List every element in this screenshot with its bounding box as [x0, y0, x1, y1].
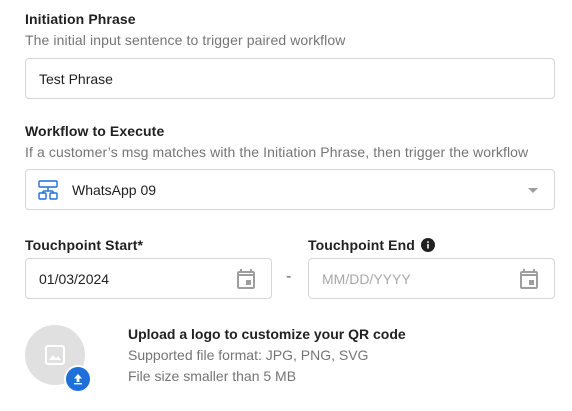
upload-size-limit: File size smaller than 5 MB [128, 368, 297, 384]
upload-icon [74, 374, 82, 385]
image-icon [45, 345, 65, 365]
workflow-select[interactable]: WhatsApp 09 [25, 169, 555, 210]
calendar-icon[interactable] [234, 267, 258, 291]
touchpoint-start-value: 01/03/2024 [39, 270, 110, 287]
touchpoint-end-label: Touchpoint End [308, 237, 415, 253]
initiation-phrase-input[interactable]: Test Phrase [25, 58, 555, 99]
initiation-phrase-hint: The initial input sentence to trigger pa… [25, 32, 346, 48]
initiation-phrase-label: Initiation Phrase [25, 11, 136, 27]
initiation-phrase-value: Test Phrase [39, 70, 113, 87]
touchpoint-end-placeholder: MM/DD/YYYY [322, 270, 411, 287]
workflow-selected-value: WhatsApp 09 [72, 181, 157, 198]
calendar-icon[interactable] [517, 267, 541, 291]
workflow-label: Workflow to Execute [25, 123, 165, 139]
touchpoint-end-input[interactable]: MM/DD/YYYY [308, 258, 555, 299]
date-range-separator: - [286, 268, 292, 285]
touchpoint-start-input[interactable]: 01/03/2024 [25, 258, 272, 299]
workflow-hint: If a customer’s msg matches with the Ini… [25, 144, 529, 160]
upload-title: Upload a logo to customize your QR code [128, 326, 406, 342]
upload-button[interactable] [66, 367, 90, 391]
chevron-down-icon[interactable] [528, 188, 538, 193]
info-icon[interactable] [420, 238, 435, 252]
upload-formats: Supported file format: JPG, PNG, SVG [128, 347, 369, 363]
workflow-icon [38, 179, 58, 200]
touchpoint-start-label: Touchpoint Start* [25, 237, 144, 253]
touchpoint-end-label-wrap: Touchpoint End [308, 237, 435, 253]
